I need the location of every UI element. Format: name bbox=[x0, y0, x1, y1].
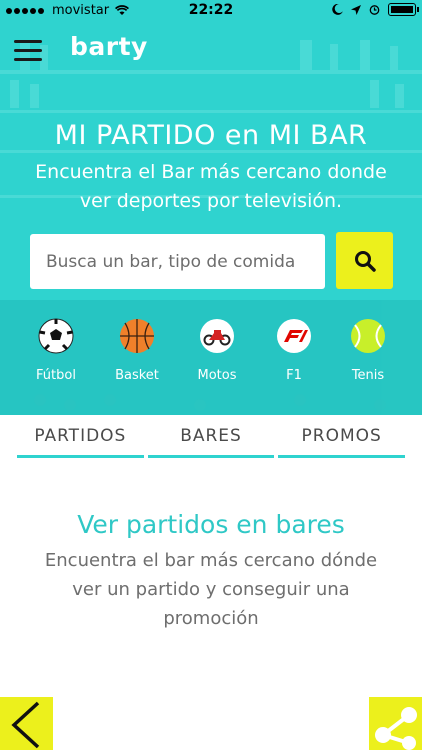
hero-subtitle: Encuentra el Bar más cercano donde ver d… bbox=[35, 161, 387, 212]
sport-label: F1 bbox=[286, 368, 302, 383]
motorbike-icon bbox=[200, 319, 234, 353]
tennis-ball-icon bbox=[351, 319, 385, 353]
share-button[interactable] bbox=[369, 697, 422, 750]
sport-label: Motos bbox=[197, 368, 237, 383]
sport-tenis[interactable]: Tenis bbox=[328, 318, 408, 383]
sport-f1[interactable]: F1 bbox=[254, 318, 334, 383]
sport-label: Basket bbox=[115, 368, 159, 383]
sport-motos[interactable]: Motos bbox=[177, 318, 257, 383]
share-icon bbox=[375, 707, 417, 750]
basketball-icon bbox=[120, 319, 154, 353]
alarm-icon bbox=[369, 5, 380, 15]
sport-label: Tenis bbox=[351, 368, 385, 383]
sport-label: Fútbol bbox=[36, 368, 76, 383]
tab-promos[interactable]: PROMOS bbox=[278, 422, 406, 458]
hamburger-menu-icon[interactable] bbox=[14, 40, 42, 62]
search-input[interactable] bbox=[30, 234, 325, 289]
sport-basket[interactable]: Basket bbox=[97, 318, 177, 383]
tab-bares[interactable]: BARES bbox=[147, 422, 275, 458]
tab-partidos[interactable]: PARTIDOS bbox=[17, 422, 144, 458]
content-description: Encuentra el bar más cercano dónde ver u… bbox=[44, 550, 378, 629]
content-title: Ver partidos en bares bbox=[77, 510, 345, 539]
location-arrow-icon bbox=[351, 4, 361, 15]
status-bar: movistar 22:22 bbox=[0, 0, 422, 22]
hero-section: movistar 22:22 barty MI PARTIDO en MI BA… bbox=[0, 0, 422, 415]
chevron-left-icon bbox=[11, 701, 40, 749]
moon-icon bbox=[332, 4, 343, 15]
hero-title: MI PARTIDO en MI BAR bbox=[54, 120, 368, 151]
sport-futbol[interactable]: Fútbol bbox=[16, 318, 96, 383]
f1-icon bbox=[277, 319, 311, 353]
soccer-ball-icon bbox=[38, 318, 74, 354]
battery-icon bbox=[388, 3, 419, 16]
back-button[interactable] bbox=[0, 697, 53, 750]
search-icon bbox=[354, 250, 376, 272]
search-button[interactable] bbox=[336, 232, 393, 289]
app-logo: barty bbox=[70, 32, 148, 61]
sports-filter-bar: Fútbol Basket Motos F1 Tenis bbox=[0, 318, 422, 388]
tab-bar: PARTIDOS BARES PROMOS bbox=[17, 422, 406, 458]
